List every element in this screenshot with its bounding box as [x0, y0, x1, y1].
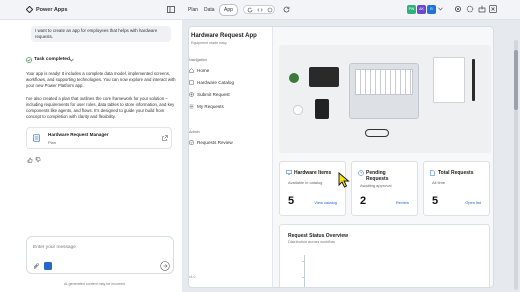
keyboard-keys: [355, 69, 413, 95]
hardware-items-card[interactable]: Hardware Items Available in catalog 5 Vi…: [279, 161, 346, 216]
tab-data[interactable]: Data: [204, 7, 215, 13]
nav-item-my-requests[interactable]: My Requests: [197, 104, 224, 109]
ai-disclaimer: AI-generated content may be incorrect: [64, 282, 126, 286]
scrollbar-thumb[interactable]: [514, 50, 518, 110]
send-icon[interactable]: [160, 261, 170, 271]
submit-icon: [189, 92, 194, 97]
chart-tick: [302, 277, 305, 278]
pen-image: [472, 59, 475, 101]
status-overview-card: Request Status Overview Distribution acr…: [279, 224, 490, 287]
tablet-image: [309, 67, 339, 87]
nav-item-home[interactable]: Home: [197, 68, 209, 73]
chart-subtitle: Distribution across workflow: [288, 240, 336, 244]
thumbs-up-icon[interactable]: [27, 157, 33, 163]
assistant-reply-p2: I've also created a plan that outlines t…: [26, 96, 175, 119]
card-title: Total Requests: [438, 170, 474, 176]
pending-requests-card[interactable]: Pending Requests Awaiting approval 2 Rev…: [351, 161, 418, 216]
power-apps-logo-icon: [26, 6, 33, 13]
close-icon[interactable]: [489, 5, 497, 13]
notebook-image: [433, 57, 465, 103]
reload-icon[interactable]: [283, 6, 290, 13]
card-value: 5: [432, 195, 439, 207]
chart-title: Request Status Overview: [288, 233, 349, 239]
sidebar-toggle-icon[interactable]: [167, 6, 175, 13]
plan-card-subtitle: Plan: [48, 140, 57, 145]
document-icon: [430, 170, 435, 176]
card-subtitle: Awaiting approval: [360, 183, 392, 188]
code-icon[interactable]: [257, 7, 263, 13]
nav-item-submit-request[interactable]: Submit Request: [197, 92, 230, 97]
task-status: Task completed: [34, 57, 70, 62]
app-canvas: Hardware Request App Equipment made easy…: [188, 26, 494, 288]
image-upload-icon[interactable]: [44, 262, 52, 270]
refresh-icon[interactable]: [247, 7, 253, 13]
home-icon: [189, 68, 194, 73]
plant-icon: [289, 73, 299, 83]
chat-pane: I want to create an app for employees th…: [0, 20, 182, 292]
mouse-cursor-icon: [338, 172, 350, 188]
card-title: Hardware Items: [294, 170, 332, 176]
avatar-3[interactable]: B: [427, 5, 436, 14]
hero-image: [279, 45, 491, 153]
app-sidebar: Hardware Request App Equipment made easy…: [189, 27, 273, 287]
tab-app[interactable]: App: [219, 4, 238, 16]
check-circle-icon: [26, 57, 32, 63]
glasses-image: [365, 129, 389, 137]
review-icon: [189, 140, 194, 145]
list-icon: [189, 104, 194, 109]
nav-item-requests-review[interactable]: Requests Review: [197, 140, 233, 145]
card-value: 2: [360, 195, 367, 207]
thumbs-down-icon[interactable]: [35, 157, 41, 163]
view-catalog-link[interactable]: View catalog: [314, 200, 337, 205]
share-icon[interactable]: [478, 5, 486, 13]
user-message: I want to create an app for employees th…: [35, 28, 158, 39]
avatar-1[interactable]: PW: [407, 5, 416, 14]
message-composer[interactable]: Enter your message: [26, 236, 174, 274]
nav-item-hardware-catalog[interactable]: Hardware Catalog: [197, 80, 234, 85]
review-link[interactable]: Review: [396, 200, 409, 205]
user-message-bubble: I want to create an app for employees th…: [31, 26, 171, 42]
gear-icon[interactable]: [466, 5, 474, 13]
plan-card[interactable]: Hardware Request Manager Plan: [26, 127, 172, 149]
card-subtitle: Available in catalog: [288, 180, 323, 185]
preview-pane: Hardware Request App Equipment made easy…: [182, 20, 520, 292]
chart-tick: [302, 261, 305, 262]
clock-icon: [358, 170, 364, 176]
open-list-link[interactable]: Open list: [465, 200, 481, 205]
phone-image: [315, 99, 329, 119]
tab-plan[interactable]: Plan: [188, 7, 198, 13]
plan-card-title: Hardware Request Manager: [48, 132, 109, 137]
card-value: 5: [288, 195, 295, 207]
dropdown-chevron-icon[interactable]: [438, 7, 443, 11]
admin-heading: Admin: [189, 130, 200, 134]
chart-y-axis: [304, 255, 305, 287]
app-version: v1.0: [189, 275, 196, 279]
nav-heading: Navigation: [189, 58, 207, 62]
preview-icon[interactable]: [267, 7, 273, 13]
plan-icon: [33, 134, 40, 142]
card-title: Pending Requests: [366, 170, 389, 182]
assistant-reply-p1: Your app is ready! It includes a complet…: [26, 71, 176, 88]
message-input[interactable]: Enter your message: [33, 245, 76, 250]
view-mode-switch[interactable]: [243, 5, 275, 14]
attach-icon[interactable]: [33, 263, 40, 270]
settings-icon[interactable]: [454, 5, 462, 13]
preview-scrollbar[interactable]: [514, 40, 518, 290]
app-title-preview: Hardware Request App: [191, 33, 257, 39]
app-title: Power Apps: [36, 7, 68, 13]
coffee-cup-image: [293, 105, 303, 115]
top-bar: Power Apps Plan Data App PW AK B: [0, 0, 520, 20]
card-subtitle: All time: [432, 180, 446, 185]
total-requests-card[interactable]: Total Requests All time 5 Open list: [423, 161, 490, 216]
monitor-icon: [286, 170, 292, 175]
open-external-icon[interactable]: [162, 135, 168, 141]
avatar-2[interactable]: AK: [417, 5, 426, 14]
catalog-icon: [189, 80, 194, 85]
chevron-down-icon[interactable]: [69, 58, 74, 62]
app-subtitle: Equipment made easy: [191, 41, 227, 45]
